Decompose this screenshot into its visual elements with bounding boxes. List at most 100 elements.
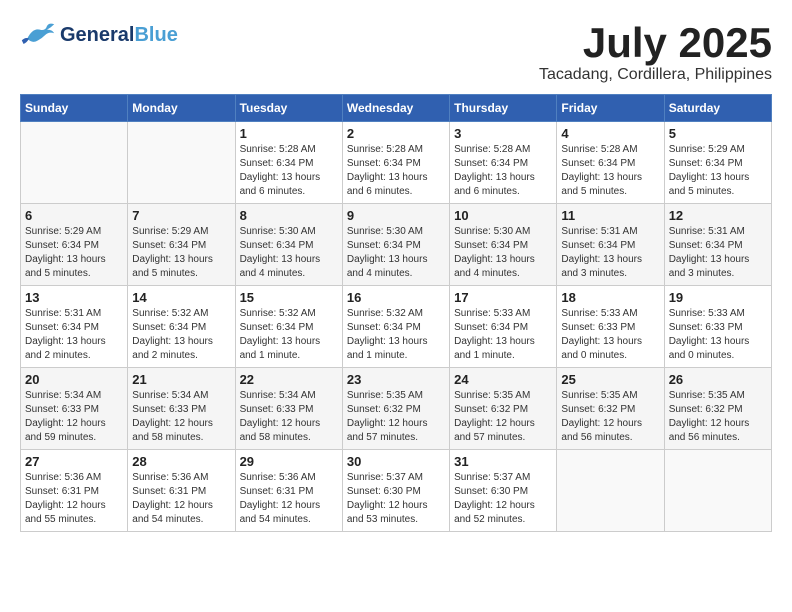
calendar-cell: 20 Sunrise: 5:34 AM Sunset: 6:33 PM Dayli…: [21, 368, 128, 450]
day-detail: Sunrise: 5:29 AM Sunset: 6:34 PM Dayligh…: [25, 225, 123, 281]
calendar-cell: 27 Sunrise: 5:36 AM Sunset: 6:31 PM Dayli…: [21, 450, 128, 532]
logo-bird-icon: [20, 20, 56, 50]
calendar-cell: 26 Sunrise: 5:35 AM Sunset: 6:32 PM Dayli…: [664, 368, 771, 450]
day-detail: Sunrise: 5:30 AM Sunset: 6:34 PM Dayligh…: [454, 225, 552, 281]
calendar-cell: [664, 450, 771, 532]
day-number: 21: [132, 372, 230, 387]
day-number: 7: [132, 208, 230, 223]
day-number: 5: [669, 126, 767, 141]
calendar-cell: 15Sunrise: 5:32 AM Sunset: 6:34 PM Dayli…: [235, 286, 342, 368]
calendar-header-cell: Monday: [128, 95, 235, 122]
day-number: 6: [25, 208, 123, 223]
day-detail: Sunrise: 5:35 AM Sunset: 6:32 PM Dayligh…: [561, 389, 659, 445]
day-number: 19: [669, 290, 767, 305]
calendar-body: 1 Sunrise: 5:28 AM Sunset: 6:34 PM Daylig…: [21, 122, 772, 532]
day-number: 22: [240, 372, 338, 387]
day-number: 12: [669, 208, 767, 223]
day-number: 30: [347, 454, 445, 469]
calendar-cell: 9Sunrise: 5:30 AM Sunset: 6:34 PM Daylig…: [342, 204, 449, 286]
calendar-header-cell: Sunday: [21, 95, 128, 122]
day-number: 1: [240, 126, 338, 141]
day-number: 20: [25, 372, 123, 387]
day-number: 29: [240, 454, 338, 469]
day-detail: Sunrise: 5:34 AM Sunset: 6:33 PM Dayligh…: [240, 389, 338, 445]
calendar-header-cell: Friday: [557, 95, 664, 122]
day-detail: Sunrise: 5:33 AM Sunset: 6:34 PM Dayligh…: [454, 307, 552, 363]
calendar-cell: 10 Sunrise: 5:30 AM Sunset: 6:34 PM Dayli…: [450, 204, 557, 286]
day-number: 8: [240, 208, 338, 223]
day-number: 26: [669, 372, 767, 387]
day-detail: Sunrise: 5:30 AM Sunset: 6:34 PM Dayligh…: [240, 225, 338, 281]
day-number: 27: [25, 454, 123, 469]
day-number: 3: [454, 126, 552, 141]
calendar-header-cell: Tuesday: [235, 95, 342, 122]
calendar-cell: 31Sunrise: 5:37 AM Sunset: 6:30 PM Dayli…: [450, 450, 557, 532]
calendar-cell: 5 Sunrise: 5:29 AM Sunset: 6:34 PM Daylig…: [664, 122, 771, 204]
day-number: 10: [454, 208, 552, 223]
day-number: 25: [561, 372, 659, 387]
day-detail: Sunrise: 5:37 AM Sunset: 6:30 PM Dayligh…: [454, 471, 552, 527]
calendar-cell: 28 Sunrise: 5:36 AM Sunset: 6:31 PM Dayli…: [128, 450, 235, 532]
calendar-week-row: 27 Sunrise: 5:36 AM Sunset: 6:31 PM Dayli…: [21, 450, 772, 532]
calendar-cell: 13Sunrise: 5:31 AM Sunset: 6:34 PM Dayli…: [21, 286, 128, 368]
calendar-header-cell: Wednesday: [342, 95, 449, 122]
day-detail: Sunrise: 5:32 AM Sunset: 6:34 PM Dayligh…: [347, 307, 445, 363]
calendar-cell: 3 Sunrise: 5:28 AM Sunset: 6:34 PM Daylig…: [450, 122, 557, 204]
calendar-cell: 29 Sunrise: 5:36 AM Sunset: 6:31 PM Dayli…: [235, 450, 342, 532]
calendar-week-row: 1 Sunrise: 5:28 AM Sunset: 6:34 PM Daylig…: [21, 122, 772, 204]
day-number: 4: [561, 126, 659, 141]
calendar-cell: 6 Sunrise: 5:29 AM Sunset: 6:34 PM Daylig…: [21, 204, 128, 286]
calendar-cell: 14Sunrise: 5:32 AM Sunset: 6:34 PM Dayli…: [128, 286, 235, 368]
calendar-cell: 24 Sunrise: 5:35 AM Sunset: 6:32 PM Dayli…: [450, 368, 557, 450]
day-detail: Sunrise: 5:32 AM Sunset: 6:34 PM Dayligh…: [240, 307, 338, 363]
day-detail: Sunrise: 5:34 AM Sunset: 6:33 PM Dayligh…: [25, 389, 123, 445]
calendar-cell: 1 Sunrise: 5:28 AM Sunset: 6:34 PM Daylig…: [235, 122, 342, 204]
day-number: 9: [347, 208, 445, 223]
day-detail: Sunrise: 5:33 AM Sunset: 6:33 PM Dayligh…: [669, 307, 767, 363]
calendar-cell: [21, 122, 128, 204]
day-detail: Sunrise: 5:28 AM Sunset: 6:34 PM Dayligh…: [561, 143, 659, 199]
page-header: GeneralBlue July 2025 Tacadang, Cordille…: [20, 20, 772, 84]
day-detail: Sunrise: 5:28 AM Sunset: 6:34 PM Dayligh…: [347, 143, 445, 199]
day-detail: Sunrise: 5:36 AM Sunset: 6:31 PM Dayligh…: [25, 471, 123, 527]
calendar-cell: 23 Sunrise: 5:35 AM Sunset: 6:32 PM Dayli…: [342, 368, 449, 450]
calendar-cell: 30 Sunrise: 5:37 AM Sunset: 6:30 PM Dayli…: [342, 450, 449, 532]
day-number: 11: [561, 208, 659, 223]
calendar-week-row: 6 Sunrise: 5:29 AM Sunset: 6:34 PM Daylig…: [21, 204, 772, 286]
calendar-cell: 16 Sunrise: 5:32 AM Sunset: 6:34 PM Dayli…: [342, 286, 449, 368]
day-detail: Sunrise: 5:35 AM Sunset: 6:32 PM Dayligh…: [669, 389, 767, 445]
day-detail: Sunrise: 5:29 AM Sunset: 6:34 PM Dayligh…: [132, 225, 230, 281]
day-detail: Sunrise: 5:34 AM Sunset: 6:33 PM Dayligh…: [132, 389, 230, 445]
day-number: 2: [347, 126, 445, 141]
day-detail: Sunrise: 5:31 AM Sunset: 6:34 PM Dayligh…: [25, 307, 123, 363]
day-detail: Sunrise: 5:31 AM Sunset: 6:34 PM Dayligh…: [561, 225, 659, 281]
day-number: 14: [132, 290, 230, 305]
calendar-cell: [557, 450, 664, 532]
day-detail: Sunrise: 5:37 AM Sunset: 6:30 PM Dayligh…: [347, 471, 445, 527]
calendar-cell: 2 Sunrise: 5:28 AM Sunset: 6:34 PM Daylig…: [342, 122, 449, 204]
day-number: 23: [347, 372, 445, 387]
day-detail: Sunrise: 5:36 AM Sunset: 6:31 PM Dayligh…: [132, 471, 230, 527]
location-title: Tacadang, Cordillera, Philippines: [539, 66, 772, 84]
day-detail: Sunrise: 5:29 AM Sunset: 6:34 PM Dayligh…: [669, 143, 767, 199]
logo-text: GeneralBlue: [60, 24, 178, 46]
day-number: 16: [347, 290, 445, 305]
day-detail: Sunrise: 5:36 AM Sunset: 6:31 PM Dayligh…: [240, 471, 338, 527]
calendar-cell: 7 Sunrise: 5:29 AM Sunset: 6:34 PM Daylig…: [128, 204, 235, 286]
day-detail: Sunrise: 5:35 AM Sunset: 6:32 PM Dayligh…: [454, 389, 552, 445]
calendar-cell: 21 Sunrise: 5:34 AM Sunset: 6:33 PM Dayli…: [128, 368, 235, 450]
calendar-cell: 8 Sunrise: 5:30 AM Sunset: 6:34 PM Daylig…: [235, 204, 342, 286]
day-number: 24: [454, 372, 552, 387]
calendar-cell: 18Sunrise: 5:33 AM Sunset: 6:33 PM Dayli…: [557, 286, 664, 368]
day-detail: Sunrise: 5:28 AM Sunset: 6:34 PM Dayligh…: [454, 143, 552, 199]
day-number: 28: [132, 454, 230, 469]
day-detail: Sunrise: 5:28 AM Sunset: 6:34 PM Dayligh…: [240, 143, 338, 199]
day-number: 17: [454, 290, 552, 305]
calendar-cell: 25 Sunrise: 5:35 AM Sunset: 6:32 PM Dayli…: [557, 368, 664, 450]
day-detail: Sunrise: 5:31 AM Sunset: 6:34 PM Dayligh…: [669, 225, 767, 281]
day-detail: Sunrise: 5:35 AM Sunset: 6:32 PM Dayligh…: [347, 389, 445, 445]
calendar-cell: 12 Sunrise: 5:31 AM Sunset: 6:34 PM Dayli…: [664, 204, 771, 286]
calendar-cell: 17 Sunrise: 5:33 AM Sunset: 6:34 PM Dayli…: [450, 286, 557, 368]
calendar-cell: 22 Sunrise: 5:34 AM Sunset: 6:33 PM Dayli…: [235, 368, 342, 450]
day-detail: Sunrise: 5:33 AM Sunset: 6:33 PM Dayligh…: [561, 307, 659, 363]
